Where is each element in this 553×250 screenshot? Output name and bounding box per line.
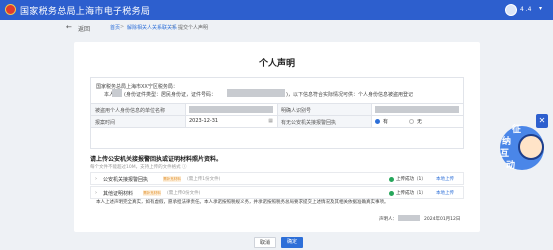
assistant-label-char: 动 <box>506 161 516 171</box>
local-upload-link[interactable]: 本地上传 <box>436 190 454 196</box>
info-grid: 被盗用个人身份信息的单位名称 明确人识别号 报案时间 2023-12-31 ▦ … <box>91 103 463 149</box>
tax-emblem-icon <box>5 4 16 15</box>
radio-yes[interactable] <box>375 119 380 124</box>
close-icon[interactable]: ✕ <box>536 114 548 128</box>
upload-hint: 每个文件不能超过10M，支持上传的文件格式 ⓘ <box>90 165 187 170</box>
calendar-icon[interactable]: ▦ <box>268 118 273 124</box>
report-time-label: 报案时间 <box>91 116 185 127</box>
upload-item-name: 其他证明材料 <box>103 191 134 197</box>
cancel-button[interactable]: 取消 <box>254 237 276 248</box>
assistant-label-char: 征 <box>512 125 522 135</box>
report-date-value[interactable]: 2023-12-31 <box>189 118 218 124</box>
confirm-button[interactable]: 确定 <box>281 237 303 248</box>
assistant-widget[interactable]: 征 纳 互 动 ✕ <box>498 114 550 172</box>
upload-item-note: (需上传0份文件) <box>167 191 201 196</box>
redacted-name <box>112 89 122 97</box>
top-bar: 国家税务总局上海市电子税务局 4 .4 ▾ <box>0 0 553 20</box>
upload-row-other-proof: › 其他证明材料 需补充材料 (需上传0份文件) 上传成功（1） 本地上传 <box>90 186 464 199</box>
user-avatar[interactable] <box>505 4 517 16</box>
breadcrumb-item-home[interactable]: 首页 <box>110 24 120 31</box>
radio-no[interactable] <box>409 119 414 124</box>
back-arrow-icon[interactable]: ← <box>66 23 72 31</box>
page-title: 个人声明 <box>258 59 295 69</box>
redacted-signature <box>398 215 420 221</box>
company-value <box>185 104 277 115</box>
success-icon <box>389 191 394 196</box>
grid-divider <box>371 104 372 127</box>
redacted-id-number <box>227 89 285 97</box>
declaration-box: 国家税务总局上海市XX宁区税务局： 本人 (身份证件类型：居民身份证，证件号码：… <box>90 77 464 149</box>
grid-divider <box>91 127 463 128</box>
redacted-company <box>189 106 273 113</box>
redacted-taxpayer-id <box>375 106 459 113</box>
breadcrumb-item-current: 提交个人声明 <box>178 25 209 31</box>
local-upload-link[interactable]: 本地上传 <box>436 176 454 182</box>
upload-status: 上传成功（1） <box>396 177 426 182</box>
declaration-card: 个人声明 国家税务总局上海市XX宁区税务局： 本人 (身份证件类型：居民身份证，… <box>74 42 480 232</box>
breadcrumb-separator: > <box>171 24 176 30</box>
id-type-text: (身份证件类型：居民身份证，证件号码： <box>124 92 216 98</box>
back-button[interactable]: 返回 <box>78 24 90 33</box>
user-name[interactable]: 4 .4 <box>520 6 531 13</box>
status-badge: 需补充材料 <box>143 190 161 196</box>
report-date-picker[interactable]: 2023-12-31 ▦ <box>185 116 277 127</box>
upload-item-name: 公安机关接报警回执 <box>103 177 149 183</box>
assistant-avatar[interactable] <box>518 134 544 160</box>
signature-date: 2024年01月12日 <box>424 217 461 222</box>
declaration-statement: )，以下信息符合实际情况可供：个人身份信息被盗用登记 <box>286 92 413 98</box>
company-label: 被盗用个人身份信息的单位名称 <box>91 104 185 115</box>
site-title: 国家税务总局上海市电子税务局 <box>20 7 151 17</box>
chevron-right-icon[interactable]: › <box>95 176 97 182</box>
taxpayer-id-value <box>371 104 463 115</box>
breadcrumb: ← 返回 首页 > 解除相关人关系联关系 > 提交个人声明 <box>58 22 494 34</box>
upload-section-title: 请上传公安机关接报警回执或证明材料照片资料。 <box>90 156 223 163</box>
promise-statement: 本人上述声明完全真实，如有虚假，愿承担法律责任。本人承诺按照税规义务，并承诺按照… <box>96 200 389 205</box>
upload-status: 上传成功（1） <box>396 191 426 196</box>
upload-row-police-receipt: › 公安机关接报警回执 需补充材料 (需上传1份文件) 上传成功（1） 本地上传 <box>90 172 464 185</box>
success-icon <box>389 177 394 182</box>
grid-divider <box>277 104 278 127</box>
chevron-right-icon[interactable]: › <box>95 190 97 196</box>
status-badge: 需补充材料 <box>163 176 181 182</box>
chevron-down-icon[interactable]: ▾ <box>539 5 542 12</box>
upload-item-note: (需上传1份文件) <box>187 177 221 182</box>
signature-label: 声明人： <box>379 217 397 222</box>
addressee-text: 国家税务总局上海市XX宁区税务局： <box>96 84 178 90</box>
radio-no-label[interactable]: 无 <box>417 118 422 125</box>
radio-yes-label[interactable]: 有 <box>383 118 388 125</box>
breadcrumb-item-parent[interactable]: 解除相关人关系联关系 <box>127 24 177 31</box>
relation-label: 有无公安机关接报警回执 <box>277 116 371 127</box>
relation-radio-group: 有 无 <box>371 116 463 127</box>
grid-divider <box>185 104 186 127</box>
taxpayer-id-label: 明确人识别号 <box>277 104 371 115</box>
breadcrumb-separator: > <box>120 24 125 30</box>
